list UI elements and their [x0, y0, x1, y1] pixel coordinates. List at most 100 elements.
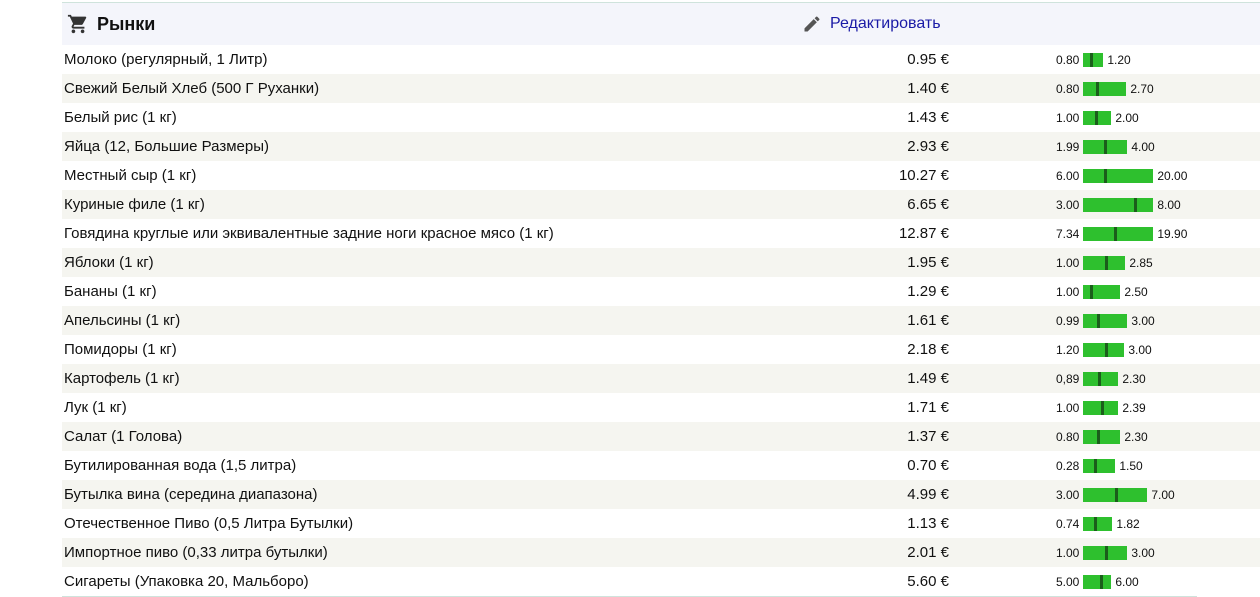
price-range: 0.28 1.50 — [1056, 451, 1143, 480]
edit-button[interactable]: Редактировать — [802, 3, 941, 45]
item-price: 1.61 € — [907, 312, 949, 329]
table-row: Помидоры (1 кг) 2.18 € 1.20 3.00 — [62, 335, 1260, 364]
shopping-cart-icon — [67, 13, 89, 35]
table-row: Свежий Белый Хлеб (500 Г Руханки) 1.40 € 0… — [62, 74, 1260, 103]
item-price: 1.71 € — [907, 399, 949, 416]
table-row: Картофель (1 кг) 1.49 € 0,89 2.30 — [62, 364, 1260, 393]
item-price: 5.60 € — [907, 573, 949, 590]
range-bar — [1083, 400, 1119, 415]
range-bar — [1083, 168, 1154, 183]
average-marker — [1100, 574, 1104, 589]
price-range: 6.00 20.00 — [1056, 161, 1187, 190]
range-min: 0.80 — [1056, 52, 1080, 67]
item-name: Яблоки (1 кг) — [64, 254, 154, 271]
range-max: 2.00 — [1115, 110, 1139, 125]
range-bar — [1083, 429, 1121, 444]
price-range: 0.74 1.82 — [1056, 509, 1140, 538]
average-marker — [1115, 487, 1119, 502]
range-max: 8.00 — [1157, 197, 1181, 212]
item-name: Белый рис (1 кг) — [64, 109, 177, 126]
average-marker — [1096, 81, 1100, 96]
range-bar — [1083, 255, 1126, 270]
table-row: Лук (1 кг) 1.71 € 1.00 2.39 — [62, 393, 1260, 422]
item-price: 4.99 € — [907, 486, 949, 503]
range-bar — [1083, 458, 1116, 473]
item-name: Салат (1 Голова) — [64, 428, 183, 445]
range-max: 2.30 — [1122, 371, 1146, 386]
average-marker — [1105, 545, 1109, 560]
item-name: Яйца (12, Большие Размеры) — [64, 138, 270, 155]
range-bar — [1083, 139, 1128, 154]
average-marker — [1094, 516, 1098, 531]
table-row: Молоко (регулярный, 1 Литр) 0.95 € 0.80 1.2… — [62, 45, 1260, 74]
range-min: 0.99 — [1056, 313, 1080, 328]
price-range: 5.00 6.00 — [1056, 567, 1139, 596]
item-name: Молоко (регулярный, 1 Литр) — [64, 51, 268, 68]
range-bar — [1083, 516, 1113, 531]
range-min: 0,89 — [1056, 371, 1080, 386]
average-marker — [1105, 255, 1109, 270]
range-bar — [1083, 545, 1128, 560]
price-range: 0.80 1.20 — [1056, 45, 1131, 74]
price-range: 1.00 2.00 — [1056, 103, 1139, 132]
item-price: 12.87 € — [898, 225, 949, 242]
average-marker — [1104, 168, 1108, 183]
range-bar — [1083, 313, 1128, 328]
price-range: 1.00 3.00 — [1056, 538, 1155, 567]
range-min: 1.99 — [1056, 139, 1080, 154]
average-marker — [1097, 429, 1101, 444]
range-min: 0.74 — [1056, 516, 1080, 531]
item-name: Отечественное Пиво (0,5 Литра Бутылки) — [64, 515, 354, 532]
item-name: Сигареты (Упаковка 20, Мальборо) — [64, 573, 309, 590]
range-bar — [1083, 371, 1119, 386]
range-bar — [1083, 487, 1148, 502]
section-title: Рынки — [97, 13, 156, 34]
item-name: Местный сыр (1 кг) — [64, 167, 197, 184]
range-bar — [1083, 81, 1127, 96]
range-min: 3.00 — [1056, 487, 1080, 502]
table-row: Говядина круглые или эквивалентные задни… — [62, 219, 1260, 248]
section-header: Рынки Редактировать — [62, 2, 1260, 45]
range-min: 1.00 — [1056, 400, 1080, 415]
price-range: 0.99 3.00 — [1056, 306, 1155, 335]
item-price: 10.27 € — [898, 167, 949, 184]
price-range: 1.00 2.39 — [1056, 393, 1146, 422]
table-row: Белый рис (1 кг) 1.43 € 1.00 2.00 — [62, 103, 1260, 132]
range-bar — [1083, 342, 1125, 357]
markets-table: Рынки Редактировать Молоко (регулярный, … — [62, 2, 1260, 597]
table-row: Яблоки (1 кг) 1.95 € 1.00 2.85 — [62, 248, 1260, 277]
item-price: 6.65 € — [907, 196, 949, 213]
item-price: 0.70 € — [907, 457, 949, 474]
item-price: 1.49 € — [907, 370, 949, 387]
item-price: 2.93 € — [907, 138, 949, 155]
average-marker — [1134, 197, 1138, 212]
table-row: Отечественное Пиво (0,5 Литра Бутылки) 1.… — [62, 509, 1260, 538]
average-marker — [1104, 139, 1108, 154]
range-max: 20.00 — [1157, 168, 1188, 183]
table-row: Апельсины (1 кг) 1.61 € 0.99 3.00 — [62, 306, 1260, 335]
item-price: 0.95 € — [907, 51, 949, 68]
range-min: 5.00 — [1056, 574, 1080, 589]
table-row: Импортное пиво (0,33 литра бутылки) 2.01 … — [62, 538, 1260, 567]
table-row: Салат (1 Голова) 1.37 € 0.80 2.30 — [62, 422, 1260, 451]
item-name: Бананы (1 кг) — [64, 283, 157, 300]
range-max: 4.00 — [1131, 139, 1155, 154]
average-marker — [1090, 52, 1094, 67]
range-min: 6.00 — [1056, 168, 1080, 183]
table-row: Бутылка вина (середина диапазона) 4.99 € 3… — [62, 480, 1260, 509]
range-max: 2.70 — [1130, 81, 1154, 96]
item-name: Свежий Белый Хлеб (500 Г Руханки) — [64, 80, 320, 97]
item-name: Говядина круглые или эквивалентные задни… — [64, 225, 554, 242]
range-min: 1.00 — [1056, 110, 1080, 125]
average-marker — [1095, 110, 1099, 125]
average-marker — [1101, 400, 1105, 415]
price-range: 0.80 2.30 — [1056, 422, 1148, 451]
item-name: Картофель (1 кг) — [64, 370, 180, 387]
price-range: 1.00 2.85 — [1056, 248, 1153, 277]
item-price: 1.40 € — [907, 80, 949, 97]
item-price: 1.37 € — [907, 428, 949, 445]
range-max: 19.90 — [1157, 226, 1188, 241]
section-title-group: Рынки — [67, 3, 155, 45]
range-min: 0.80 — [1056, 81, 1080, 96]
table-row: Местный сыр (1 кг) 10.27 € 6.00 20.00 — [62, 161, 1260, 190]
